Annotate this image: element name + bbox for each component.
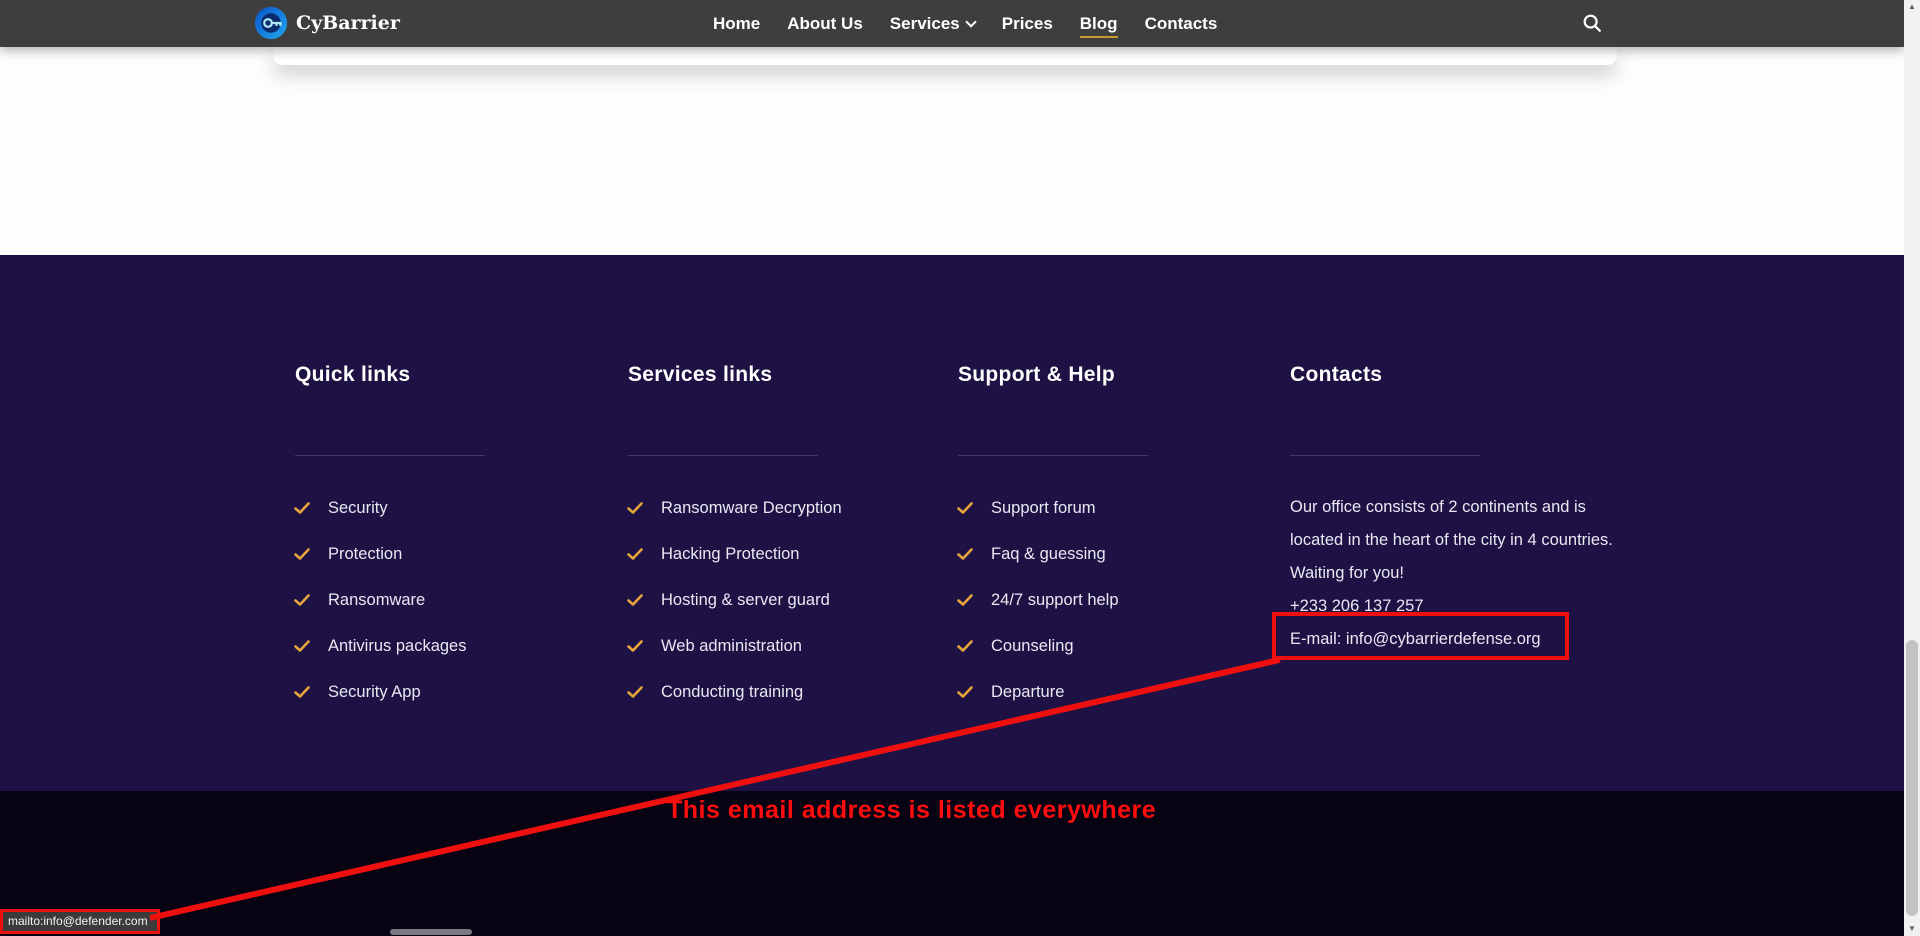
search-icon[interactable]	[1581, 12, 1605, 36]
check-icon	[956, 545, 974, 563]
divider	[958, 455, 1148, 456]
footer-column-contacts: Contacts Our office consists of 2 contin…	[1288, 255, 1633, 791]
footer-link-label: Hacking Protection	[661, 544, 800, 563]
vertical-scrollbar-thumb[interactable]	[1906, 640, 1918, 916]
footer-link-hosting-server-guard[interactable]: Hosting & server guard	[626, 577, 842, 623]
footer-heading: Services links	[628, 363, 773, 386]
footer-column-services-links: Services links Ransomware Decryption Hac…	[626, 255, 946, 791]
footer-link-label: 24/7 support help	[991, 590, 1119, 609]
check-icon	[293, 683, 311, 701]
check-icon	[956, 637, 974, 655]
check-icon	[293, 545, 311, 563]
bottom-bar: CyBarrier f in	[0, 791, 1920, 936]
footer-link-label: Counseling	[991, 636, 1074, 655]
footer-heading: Quick links	[295, 363, 411, 386]
content-card-bottom	[273, 47, 1617, 65]
horizontal-scrollbar-thumb[interactable]	[390, 929, 472, 935]
divider	[295, 455, 485, 456]
nav-item-home[interactable]: Home	[713, 10, 760, 38]
check-icon	[293, 637, 311, 655]
phone-number[interactable]: +233 206 137 257	[1290, 590, 1630, 623]
divider	[1290, 455, 1480, 456]
check-icon	[956, 591, 974, 609]
footer-link-247-support-help[interactable]: 24/7 support help	[956, 577, 1119, 623]
check-icon	[626, 637, 644, 655]
check-icon	[626, 499, 644, 517]
footer-link-support-forum[interactable]: Support forum	[956, 485, 1119, 531]
chevron-down-icon	[965, 15, 977, 28]
footer-column-support-help: Support & Help Support forum Faq & guess…	[956, 255, 1276, 791]
nav-item-about-us[interactable]: About Us	[787, 10, 863, 38]
footer-link-label: Web administration	[661, 636, 802, 655]
footer: Quick links Security Protection Ransomwa…	[0, 255, 1920, 791]
brand-name: CyBarrier	[296, 12, 400, 34]
cybarrier-logo-icon	[254, 6, 288, 40]
nav-item-services[interactable]: Services	[889, 10, 977, 38]
footer-link-label: Faq & guessing	[991, 544, 1106, 563]
check-icon	[626, 545, 644, 563]
footer-link-label: Ransomware	[328, 590, 426, 609]
footer-link-label: Departure	[991, 682, 1065, 701]
check-icon	[956, 499, 974, 517]
footer-link-departure[interactable]: Departure	[956, 669, 1119, 715]
page-background	[0, 47, 1920, 255]
page: CyBarrier Home About Us Services Prices …	[0, 0, 1920, 936]
footer-link-ransomware[interactable]: Ransomware	[293, 577, 467, 623]
nav-item-services-label: Services	[889, 13, 960, 33]
scroll-down-arrow[interactable]: ▼	[1904, 922, 1920, 936]
footer-link-counseling[interactable]: Counseling	[956, 623, 1119, 669]
footer-link-security[interactable]: Security	[293, 485, 467, 531]
nav-item-blog[interactable]: Blog	[1079, 10, 1118, 38]
footer-link-protection[interactable]: Protection	[293, 531, 467, 577]
footer-link-label: Hosting & server guard	[661, 590, 830, 609]
footer-link-label: Ransomware Decryption	[661, 498, 842, 517]
footer-link-label: Protection	[328, 544, 403, 563]
footer-link-hacking-protection[interactable]: Hacking Protection	[626, 531, 842, 577]
office-description: Our office consists of 2 continents and …	[1290, 498, 1613, 582]
scroll-up-arrow[interactable]: ▲	[1904, 0, 1920, 14]
footer-link-web-administration[interactable]: Web administration	[626, 623, 842, 669]
footer-heading: Support & Help	[958, 363, 1116, 386]
footer-link-antivirus-packages[interactable]: Antivirus packages	[293, 623, 467, 669]
email-link[interactable]: E-mail: info@cybarrierdefense.org	[1290, 623, 1630, 656]
check-icon	[626, 591, 644, 609]
vertical-scrollbar[interactable]: ▲ ▼	[1904, 0, 1920, 936]
footer-heading: Contacts	[1290, 363, 1383, 386]
navbar-brand[interactable]: CyBarrier	[254, 6, 400, 40]
footer-link-label: Support forum	[991, 498, 1096, 517]
footer-link-label: Antivirus packages	[328, 636, 467, 655]
check-icon	[626, 683, 644, 701]
footer-link-label: Security	[328, 498, 388, 517]
divider	[628, 455, 818, 456]
footer-link-label: Security App	[328, 682, 421, 701]
footer-column-quick-links: Quick links Security Protection Ransomwa…	[293, 255, 613, 791]
footer-link-security-app[interactable]: Security App	[293, 669, 467, 715]
check-icon	[293, 591, 311, 609]
footer-link-faq-guessing[interactable]: Faq & guessing	[956, 531, 1119, 577]
top-navbar: CyBarrier Home About Us Services Prices …	[0, 0, 1904, 47]
nav-item-contacts[interactable]: Contacts	[1145, 10, 1218, 38]
main-menu: Home About Us Services Prices Blog Conta…	[713, 0, 1217, 47]
check-icon	[293, 499, 311, 517]
check-icon	[956, 683, 974, 701]
status-bar-link-preview: mailto:info@defender.com	[3, 912, 157, 931]
footer-link-ransomware-decryption[interactable]: Ransomware Decryption	[626, 485, 842, 531]
footer-link-conducting-training[interactable]: Conducting training	[626, 669, 842, 715]
footer-link-label: Conducting training	[661, 682, 804, 701]
nav-item-prices[interactable]: Prices	[1002, 10, 1053, 38]
